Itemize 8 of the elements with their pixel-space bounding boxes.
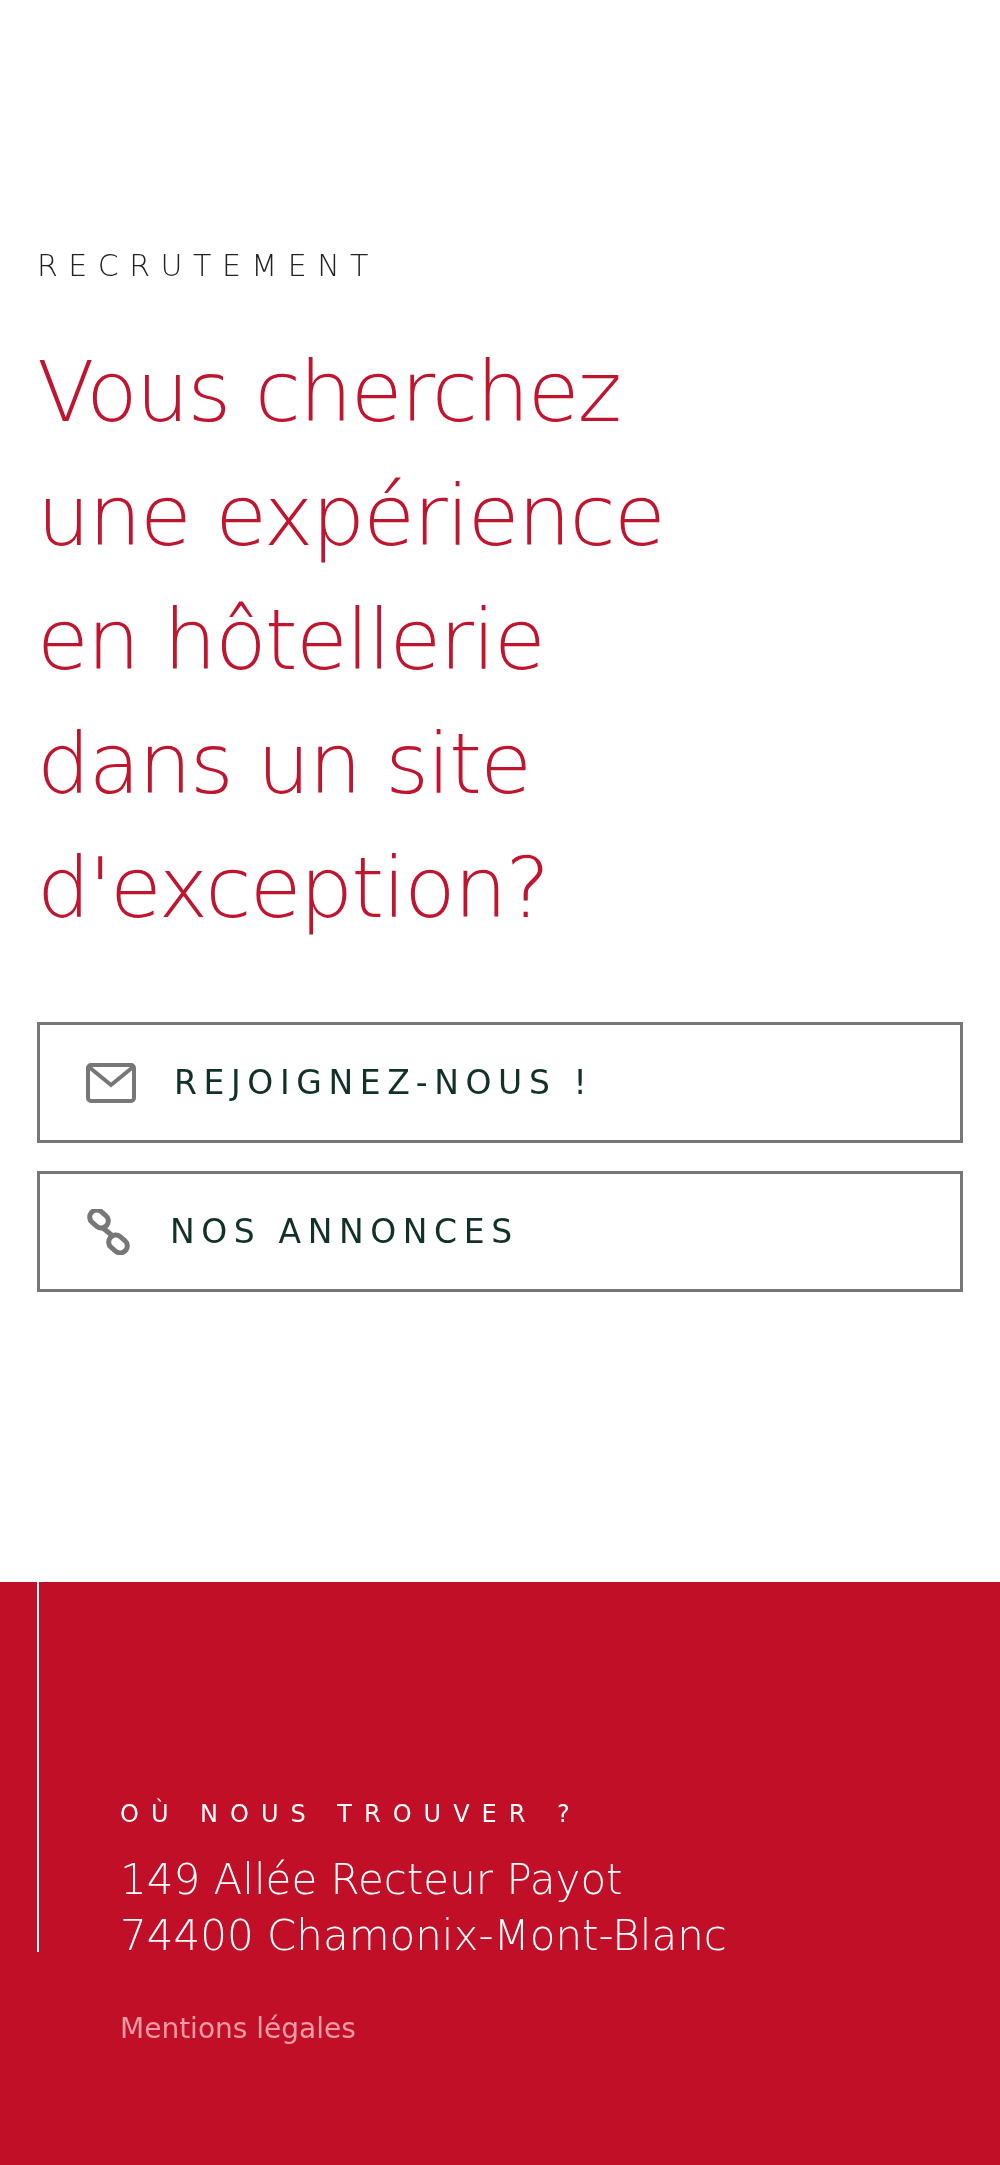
envelope-icon	[86, 1062, 136, 1103]
chain-link-icon	[86, 1208, 132, 1255]
link-button[interactable]: NOS ANNONCES	[37, 1171, 963, 1292]
footer-title: OÙ NOUS TROUVER ?	[120, 1797, 583, 1830]
link-button[interactable]: REJOIGNEZ-NOUS !	[37, 1022, 963, 1143]
heading: Vous cherchez une expérience en hôtellerie dans un site d'exception?	[37, 342, 665, 939]
address: 149 Allée Recteur Payot 74400 Chamonix-Mont-Blanc	[120, 1854, 728, 1962]
section-label: RECRUTEMENT	[37, 247, 380, 285]
